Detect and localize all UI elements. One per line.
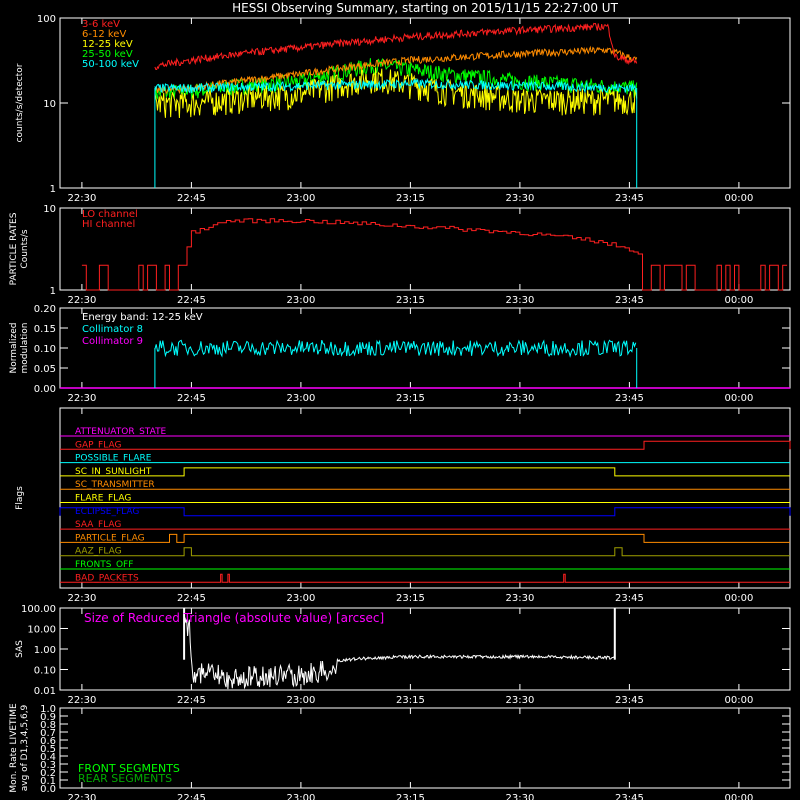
flag-label: SC_TRANSMITTER xyxy=(75,480,155,490)
flag-label: ECLIPSE_FLAG xyxy=(75,507,139,517)
flag-label: POSSIBLE_FLARE xyxy=(75,454,152,464)
x-tick-label: 23:15 xyxy=(396,393,425,404)
x-tick-label: 22:30 xyxy=(67,193,96,204)
flag-label: FLARE_FLAG xyxy=(75,494,131,504)
y-tick-label: 10.00 xyxy=(27,625,56,636)
x-tick-label: 23:15 xyxy=(396,793,425,800)
x-tick-label: 23:30 xyxy=(505,393,534,404)
x-tick-label: 23:45 xyxy=(615,793,644,800)
x-tick-label: 23:45 xyxy=(615,193,644,204)
x-tick-label: 00:00 xyxy=(724,295,753,306)
x-tick-label: 00:00 xyxy=(724,793,753,800)
flag-label: ATTENUATOR_STATE xyxy=(75,427,167,437)
x-tick-label: 23:00 xyxy=(286,593,315,604)
x-tick-label: 22:45 xyxy=(177,695,206,706)
flag-label: PARTICLE_FLAG xyxy=(75,533,145,543)
y-axis-label-2: avg of D1,3,4,5,6,9 xyxy=(20,704,30,791)
y-tick-label: 1.0 xyxy=(40,704,56,715)
y-tick-label: 0.00 xyxy=(34,384,56,395)
y-tick-label: 100 xyxy=(37,14,56,25)
x-tick-label: 23:00 xyxy=(286,295,315,306)
legend-entry: 50-100 keV xyxy=(82,59,139,70)
x-tick-label: 22:45 xyxy=(177,393,206,404)
energy-band-annotation: Energy band: 12-25 keV xyxy=(82,312,203,323)
x-tick-label: 22:30 xyxy=(67,295,96,306)
y-tick-label: 0.01 xyxy=(34,686,56,697)
x-tick-label: 00:00 xyxy=(724,193,753,204)
x-tick-label: 22:30 xyxy=(67,793,96,800)
x-tick-label: 22:30 xyxy=(67,593,96,604)
y-axis-label: Normalized xyxy=(9,322,19,373)
y-axis-label: PARTICLE RATES xyxy=(9,212,19,285)
x-tick-label: 23:30 xyxy=(505,295,534,306)
x-tick-label: 23:45 xyxy=(615,695,644,706)
x-tick-label: 22:45 xyxy=(177,593,206,604)
x-tick-label: 23:45 xyxy=(615,295,644,306)
y-axis-label: Flags xyxy=(15,486,25,510)
x-tick-label: 23:00 xyxy=(286,695,315,706)
y-tick-label: 0.10 xyxy=(34,344,56,355)
y-tick-label: 0.15 xyxy=(34,324,56,335)
flag-label: FRONTS_OFF xyxy=(75,560,133,570)
y-tick-label: 0.05 xyxy=(34,364,56,375)
legend-entry: Collimator 8 xyxy=(82,324,143,335)
x-tick-label: 23:15 xyxy=(396,295,425,306)
y-tick-label: 1 xyxy=(50,286,56,297)
sas-annotation: Size of Reduced Triangle (absolute value… xyxy=(84,611,384,625)
legend-entry: HI channel xyxy=(82,219,135,230)
flag-label: BAD_PACKETS xyxy=(75,573,139,583)
x-tick-label: 23:00 xyxy=(286,393,315,404)
y-tick-label: 0.10 xyxy=(34,666,56,677)
y-tick-label: 1 xyxy=(50,184,56,195)
x-tick-label: 00:00 xyxy=(724,593,753,604)
y-tick-label: 0.20 xyxy=(34,304,56,315)
x-tick-label: 22:45 xyxy=(177,793,206,800)
x-tick-label: 22:45 xyxy=(177,295,206,306)
x-tick-label: 23:45 xyxy=(615,593,644,604)
x-tick-label: 00:00 xyxy=(724,695,753,706)
x-tick-label: 23:15 xyxy=(396,695,425,706)
y-tick-label: 10 xyxy=(43,204,56,215)
flag-label: SC_IN_SUNLIGHT xyxy=(75,467,152,477)
y-axis-label-2: modulation xyxy=(20,323,30,374)
x-tick-label: 22:30 xyxy=(67,393,96,404)
y-axis-label: SAS xyxy=(15,640,25,658)
y-tick-label: 1.00 xyxy=(34,645,56,656)
x-tick-label: 00:00 xyxy=(724,393,753,404)
legend-entry: REAR SEGMENTS xyxy=(78,772,172,785)
y-tick-label: 10 xyxy=(43,99,56,110)
figure-title: HESSI Observing Summary, starting on 201… xyxy=(232,1,618,15)
y-axis-label: counts/s/detector xyxy=(15,63,25,142)
x-tick-label: 23:30 xyxy=(505,593,534,604)
flag-label: GAP_FLAG xyxy=(75,440,121,450)
x-tick-label: 23:30 xyxy=(505,793,534,800)
flag-label: AAZ_FLAG xyxy=(75,547,122,557)
y-axis-label: Mon. Rate LIVETIME xyxy=(9,703,19,793)
x-tick-label: 23:15 xyxy=(396,193,425,204)
x-tick-label: 23:30 xyxy=(505,193,534,204)
x-tick-label: 23:00 xyxy=(286,793,315,800)
y-tick-label: 100.00 xyxy=(21,604,56,615)
y-axis-label-2: Counts/s xyxy=(20,229,30,268)
flag-label: SAA_FLAG xyxy=(75,520,121,530)
x-tick-label: 23:45 xyxy=(615,393,644,404)
legend-entry: Collimator 9 xyxy=(82,336,143,347)
hessi-summary-figure: HESSI Observing Summary, starting on 201… xyxy=(0,0,800,800)
x-tick-label: 23:15 xyxy=(396,593,425,604)
x-tick-label: 23:30 xyxy=(505,695,534,706)
x-tick-label: 23:00 xyxy=(286,193,315,204)
x-tick-label: 22:45 xyxy=(177,193,206,204)
x-tick-label: 22:30 xyxy=(67,695,96,706)
